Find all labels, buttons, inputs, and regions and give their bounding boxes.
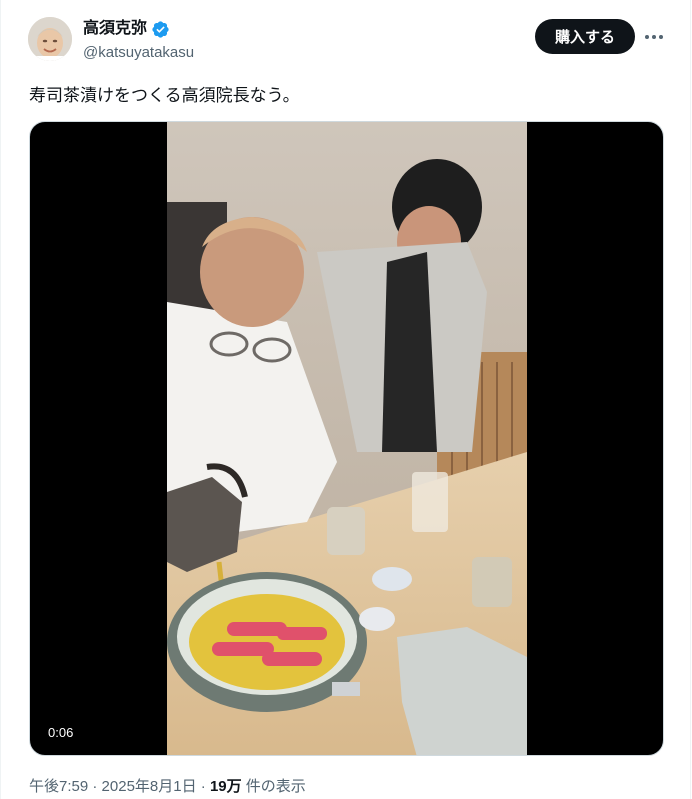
tweet-date[interactable]: 2025年8月1日 bbox=[102, 778, 197, 795]
video-duration-badge: 0:06 bbox=[42, 723, 80, 743]
verified-badge-icon[interactable] bbox=[151, 20, 170, 39]
tweet-meta: 午後7:59 · 2025年8月1日 · 19万 件の表示 bbox=[29, 777, 306, 797]
author-name-row: 高須克弥 bbox=[83, 19, 170, 39]
meta-separator: · bbox=[196, 778, 210, 795]
tweet-time[interactable]: 午後7:59 bbox=[29, 778, 88, 795]
tweet-card: 高須克弥 @katsuyatakasu 購入する 寿司茶漬けをつくる高須院長なう… bbox=[0, 0, 691, 799]
more-horizontal-icon[interactable] bbox=[641, 26, 667, 48]
author-handle[interactable]: @katsuyatakasu bbox=[83, 43, 194, 63]
video-frame-image bbox=[167, 122, 527, 755]
author-display-name[interactable]: 高須克弥 bbox=[83, 19, 147, 39]
views-count: 19万 bbox=[209, 778, 242, 795]
tweet-text: 寿司茶漬けをつくる高須院長なう。 bbox=[29, 86, 300, 105]
subscribe-button[interactable]: 購入する bbox=[535, 19, 635, 54]
avatar[interactable] bbox=[28, 17, 72, 61]
views-label: 件の表示 bbox=[241, 778, 306, 795]
video-player[interactable]: 0:06 bbox=[29, 121, 664, 756]
meta-separator: · bbox=[88, 778, 102, 795]
avatar-image bbox=[28, 17, 72, 61]
